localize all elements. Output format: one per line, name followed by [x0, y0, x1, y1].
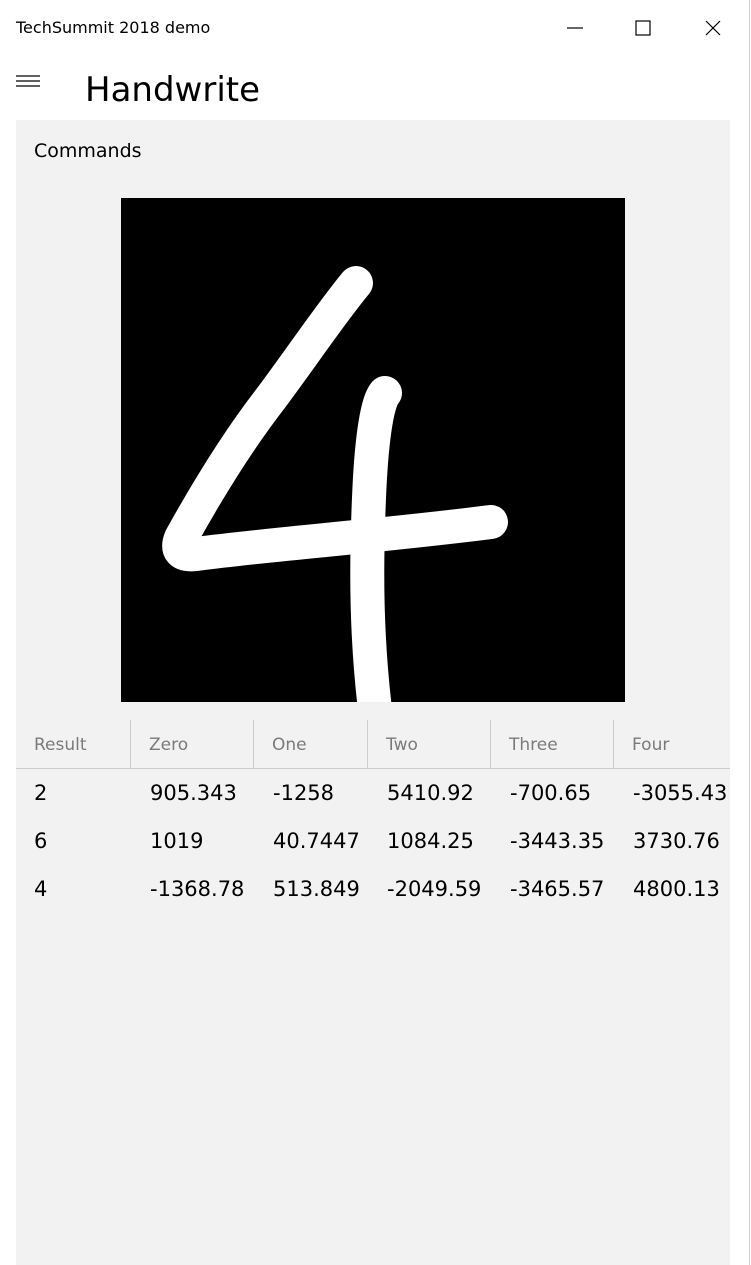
content-area: Commands Result Zero One Two Three Four … — [16, 120, 730, 1265]
cell-one: -1258 — [273, 781, 335, 805]
hamburger-menu-icon — [16, 75, 40, 87]
commands-label: Commands — [34, 140, 142, 162]
cell-two: 1084.25 — [387, 829, 474, 853]
cell-four: 3730.76 — [633, 829, 720, 853]
close-button[interactable] — [679, 0, 747, 56]
column-header-zero[interactable]: Zero — [131, 720, 254, 768]
cell-zero: 1019 — [150, 829, 204, 853]
maximize-button[interactable] — [609, 0, 677, 56]
page-title: Handwrite — [85, 70, 261, 110]
cell-two: -2049.59 — [387, 877, 482, 901]
cell-three: -700.65 — [510, 781, 592, 805]
cell-four: -3055.43 — [633, 781, 728, 805]
ink-canvas[interactable] — [121, 198, 625, 702]
table-row[interactable]: 6 1019 40.7447 1084.25 -3443.35 3730.76 — [16, 817, 730, 865]
column-header-one[interactable]: One — [254, 720, 368, 768]
column-header-four[interactable]: Four — [614, 720, 730, 768]
results-grid: Result Zero One Two Three Four 2 905.343… — [16, 720, 730, 913]
cell-four: 4800.13 — [633, 877, 720, 901]
column-header-three[interactable]: Three — [491, 720, 614, 768]
column-header-two[interactable]: Two — [368, 720, 491, 768]
cell-zero: 905.343 — [150, 781, 237, 805]
cell-three: -3465.57 — [510, 877, 605, 901]
app-window: TechSummit 2018 demo Handwrite Commands — [0, 0, 750, 1265]
cell-one: 513.849 — [273, 877, 360, 901]
cell-result: 2 — [34, 781, 48, 805]
maximize-icon — [635, 20, 651, 36]
cell-two: 5410.92 — [387, 781, 474, 805]
table-row[interactable]: 2 905.343 -1258 5410.92 -700.65 -3055.43 — [16, 769, 730, 817]
minimize-icon — [567, 27, 583, 29]
results-header-row: Result Zero One Two Three Four — [16, 720, 730, 769]
cell-one: 40.7447 — [273, 829, 360, 853]
cell-three: -3443.35 — [510, 829, 605, 853]
cell-result: 6 — [34, 829, 48, 853]
handwritten-stroke — [162, 266, 508, 702]
close-icon — [705, 20, 721, 36]
hamburger-menu-button[interactable] — [12, 66, 44, 98]
cell-result: 4 — [34, 877, 48, 901]
minimize-button[interactable] — [541, 0, 609, 56]
window-title: TechSummit 2018 demo — [16, 18, 211, 37]
cell-zero: -1368.78 — [150, 877, 245, 901]
column-header-result[interactable]: Result — [16, 720, 131, 768]
title-bar[interactable]: TechSummit 2018 demo — [0, 0, 749, 56]
table-row[interactable]: 4 -1368.78 513.849 -2049.59 -3465.57 480… — [16, 865, 730, 913]
